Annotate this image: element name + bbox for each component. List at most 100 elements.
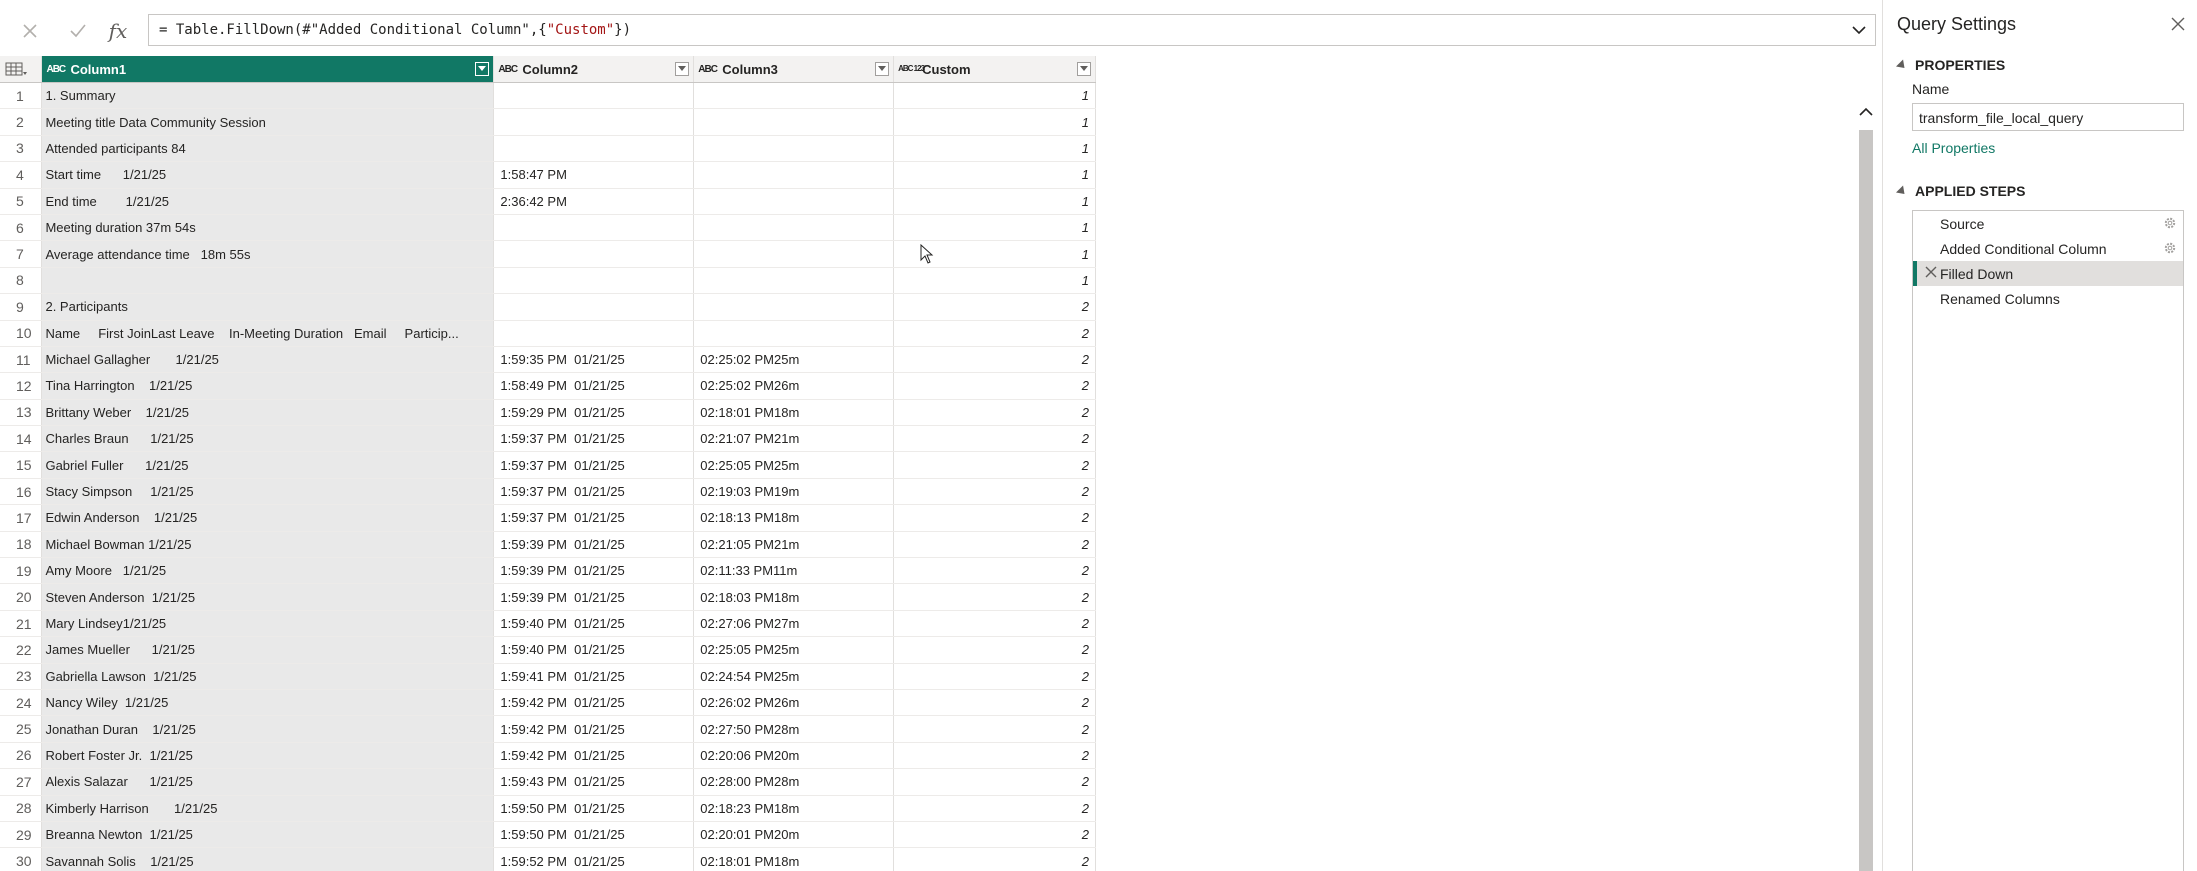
gear-icon[interactable] (2163, 241, 2177, 255)
cell-column1[interactable]: Breanna Newton 1/21/25 (41, 821, 495, 849)
cell-custom[interactable]: 2 (893, 372, 1096, 400)
cell-column1[interactable]: Alexis Salazar 1/21/25 (41, 768, 495, 796)
cell-column2[interactable] (493, 240, 695, 268)
cell-custom[interactable]: 2 (893, 293, 1096, 321)
cell-column1[interactable]: Robert Foster Jr. 1/21/25 (41, 742, 495, 770)
cell-column3[interactable]: 02:25:05 PM25m (693, 451, 895, 479)
cell-column1[interactable]: Charles Braun 1/21/25 (41, 425, 495, 453)
cell-custom[interactable]: 2 (893, 320, 1096, 347)
cell-custom[interactable]: 1 (893, 135, 1096, 163)
cell-custom[interactable]: 1 (893, 82, 1096, 110)
cell-column2[interactable]: 1:59:39 PM 01/21/25 (493, 583, 695, 611)
applied-steps-section-header[interactable]: APPLIED STEPS (1895, 183, 2025, 199)
cell-column3[interactable]: 02:25:05 PM25m (693, 636, 895, 664)
cell-column3[interactable] (693, 135, 895, 163)
cell-column2[interactable] (493, 82, 695, 110)
cell-column1[interactable]: Attended participants 84 (41, 135, 495, 163)
text-type-icon[interactable]: ABC (698, 64, 722, 75)
cell-custom[interactable]: 2 (893, 742, 1096, 770)
cancel-button[interactable] (8, 12, 52, 50)
cell-column1[interactable]: James Mueller 1/21/25 (41, 636, 495, 664)
delete-step-icon[interactable] (1925, 266, 1937, 278)
cell-column1[interactable]: Nancy Wiley 1/21/25 (41, 689, 495, 717)
cell-column1[interactable]: Jonathan Duran 1/21/25 (41, 715, 495, 743)
cell-column3[interactable] (693, 108, 895, 136)
cell-custom[interactable]: 1 (893, 161, 1096, 189)
cell-column2[interactable] (493, 293, 695, 321)
column-filter-button[interactable] (1077, 62, 1091, 76)
cell-column2[interactable]: 1:59:37 PM 01/21/25 (493, 425, 695, 453)
cell-column2[interactable] (493, 135, 695, 163)
all-properties-link[interactable]: All Properties (1912, 140, 1995, 156)
cell-column3[interactable]: 02:20:06 PM20m (693, 742, 895, 770)
cell-custom[interactable]: 2 (893, 821, 1096, 849)
cell-column2[interactable]: 1:59:40 PM 01/21/25 (493, 610, 695, 638)
query-name-input[interactable]: transform_file_local_query (1912, 103, 2184, 131)
cell-column1[interactable]: Meeting title Data Community Session (41, 108, 495, 136)
cell-column3[interactable] (693, 161, 895, 189)
cell-column2[interactable]: 1:59:29 PM 01/21/25 (493, 399, 695, 427)
cell-column1[interactable]: Michael Gallagher 1/21/25 (41, 346, 495, 374)
cell-column3[interactable] (693, 293, 895, 321)
cell-column2[interactable]: 1:59:40 PM 01/21/25 (493, 636, 695, 664)
cell-column1[interactable]: 1. Summary (41, 82, 495, 110)
column-header-column2[interactable]: ABC Column2 (493, 56, 695, 83)
cell-column1[interactable]: End time 1/21/25 (41, 188, 495, 215)
cell-column3[interactable]: 02:18:01 PM18m (693, 847, 895, 871)
cell-column3[interactable] (693, 214, 895, 242)
column-filter-button[interactable] (875, 62, 890, 76)
cell-column3[interactable]: 02:26:02 PM26m (693, 689, 895, 717)
column-header-custom[interactable]: ABC 123 Custom (893, 56, 1096, 83)
close-icon[interactable] (2170, 16, 2186, 32)
cell-column3[interactable]: 02:24:54 PM25m (693, 663, 895, 690)
cell-column1[interactable]: 2. Participants (41, 293, 495, 321)
cell-column2[interactable]: 1:59:42 PM 01/21/25 (493, 689, 695, 717)
step-renamed-columns[interactable]: Renamed Columns (1913, 286, 2183, 311)
cell-custom[interactable]: 2 (893, 768, 1096, 796)
formula-input[interactable]: = Table.FillDown(#"Added Conditional Col… (148, 14, 1876, 46)
cell-custom[interactable]: 2 (893, 715, 1096, 743)
cell-column1[interactable]: Gabriel Fuller 1/21/25 (41, 451, 495, 479)
cell-column3[interactable]: 02:25:02 PM25m (693, 346, 895, 374)
cell-custom[interactable]: 2 (893, 636, 1096, 664)
column-header-column3[interactable]: ABC Column3 (693, 56, 895, 83)
cell-column2[interactable] (493, 108, 695, 136)
column-filter-button[interactable] (475, 62, 490, 76)
vertical-scrollbar[interactable] (1856, 100, 1876, 871)
cell-column3[interactable]: 02:27:50 PM28m (693, 715, 895, 743)
cell-column2[interactable]: 2:36:42 PM (493, 188, 695, 215)
column-header-column1[interactable]: ABC Column1 (41, 56, 495, 83)
cell-column1[interactable]: Start time 1/21/25 (41, 161, 495, 189)
cell-column2[interactable]: 1:59:39 PM 01/21/25 (493, 531, 695, 559)
cell-column3[interactable]: 02:21:05 PM21m (693, 531, 895, 559)
cell-column2[interactable]: 1:59:50 PM 01/21/25 (493, 821, 695, 849)
cell-custom[interactable]: 2 (893, 451, 1096, 479)
column-filter-button[interactable] (675, 62, 690, 76)
cell-custom[interactable]: 2 (893, 663, 1096, 690)
cell-column1[interactable]: Mary Lindsey1/21/25 (41, 610, 495, 638)
cell-custom[interactable]: 2 (893, 689, 1096, 717)
text-type-icon[interactable]: ABC (46, 64, 70, 75)
commit-button[interactable] (56, 12, 100, 50)
cell-column3[interactable]: 02:28:00 PM28m (693, 768, 895, 796)
step-source[interactable]: Source (1913, 211, 2183, 236)
any-type-icon[interactable]: ABC 123 (898, 65, 925, 73)
chevron-down-icon[interactable] (1849, 20, 1869, 40)
step-filled-down[interactable]: Filled Down (1913, 261, 2183, 286)
cell-column1[interactable]: Average attendance time 18m 55s (41, 240, 495, 268)
scroll-up-button[interactable] (1856, 100, 1876, 124)
scroll-thumb[interactable] (1859, 130, 1873, 871)
cell-column3[interactable]: 02:25:02 PM26m (693, 372, 895, 400)
cell-column3[interactable]: 02:18:03 PM18m (693, 583, 895, 611)
cell-column3[interactable] (693, 188, 895, 215)
cell-column3[interactable]: 02:18:13 PM18m (693, 504, 895, 532)
cell-column3[interactable]: 02:11:33 PM11m (693, 557, 895, 585)
cell-column1[interactable] (41, 267, 495, 295)
cell-column2[interactable]: 1:59:43 PM 01/21/25 (493, 768, 695, 796)
cell-column1[interactable]: Edwin Anderson 1/21/25 (41, 504, 495, 532)
cell-custom[interactable]: 2 (893, 346, 1096, 374)
cell-column1[interactable]: Michael Bowman 1/21/25 (41, 531, 495, 559)
cell-column3[interactable] (693, 320, 895, 347)
cell-column1[interactable]: Stacy Simpson 1/21/25 (41, 478, 495, 506)
cell-column3[interactable]: 02:27:06 PM27m (693, 610, 895, 638)
